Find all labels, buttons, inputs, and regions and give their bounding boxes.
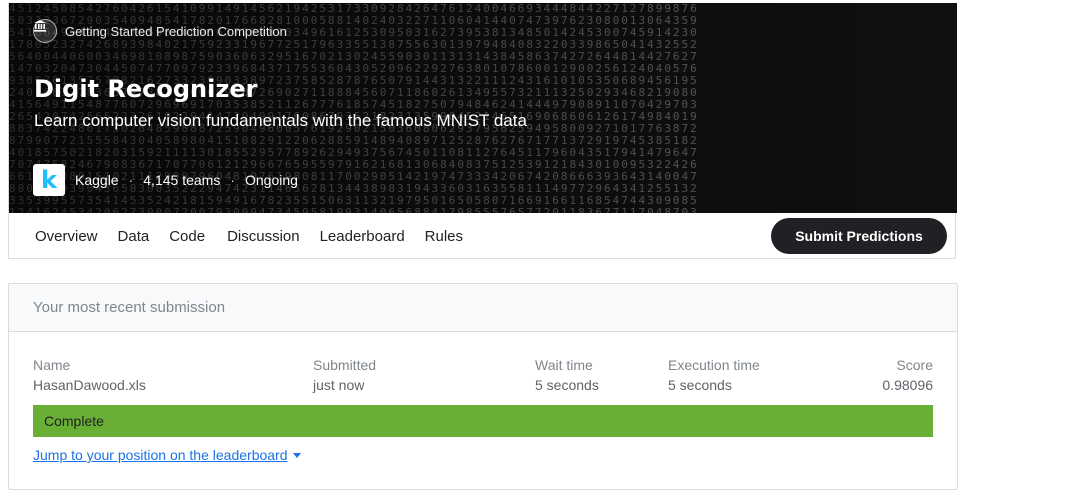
submit-predictions-button[interactable]: Submit Predictions (771, 218, 947, 254)
competition-title: Digit Recognizer (34, 75, 258, 103)
recent-submission-header: Your most recent submission (9, 284, 957, 332)
submission-status-label: Complete (44, 413, 104, 429)
tab-code[interactable]: Code (169, 228, 205, 245)
score-value: 0.98096 (882, 377, 933, 393)
recent-submission-panel: Your most recent submission Name HasanDa… (8, 283, 958, 490)
submitted-column-label: Submitted (313, 357, 377, 373)
competition-type-badge: Getting Started Prediction Competition (33, 19, 287, 43)
name-column-label: Name (33, 357, 71, 373)
submitted-value: just now (313, 377, 365, 393)
tab-data[interactable]: Data (118, 228, 150, 245)
tab-rules[interactable]: Rules (425, 228, 463, 245)
competition-meta: k Kaggle · 4,145 teams · Ongoing (33, 164, 298, 196)
kaggle-logo-icon[interactable]: k (33, 164, 65, 196)
competition-header-card: 4512450854276042615410991491456219425317… (8, 3, 957, 259)
tab-discussion[interactable]: Discussion (227, 228, 300, 245)
tab-overview[interactable]: Overview (35, 228, 98, 245)
wait-time-value: 5 seconds (535, 377, 599, 393)
competition-tabs: Overview Data Code Discussion Leaderboar… (9, 213, 955, 259)
jump-link-label[interactable]: Jump to your position on the leaderboard (33, 447, 288, 463)
score-column-label: Score (896, 357, 933, 373)
institution-icon (33, 19, 57, 43)
competition-subtitle: Learn computer vision fundamentals with … (34, 111, 527, 130)
wait-time-column-label: Wait time (535, 357, 593, 373)
team-count: 4,145 teams (143, 172, 221, 188)
submission-status-bar: Complete (33, 405, 933, 437)
caret-down-icon[interactable] (292, 452, 301, 458)
execution-time-column-label: Execution time (668, 357, 760, 373)
competition-banner: 4512450854276042615410991491456219425317… (9, 3, 957, 213)
tab-leaderboard[interactable]: Leaderboard (320, 228, 405, 245)
host-name[interactable]: Kaggle (75, 172, 119, 188)
submission-file-name: HasanDawood.xls (33, 377, 146, 393)
jump-to-leaderboard-link[interactable]: Jump to your position on the leaderboard (33, 447, 301, 463)
competition-status: Ongoing (245, 172, 298, 188)
competition-type-label: Getting Started Prediction Competition (65, 23, 287, 39)
execution-time-value: 5 seconds (668, 377, 732, 393)
